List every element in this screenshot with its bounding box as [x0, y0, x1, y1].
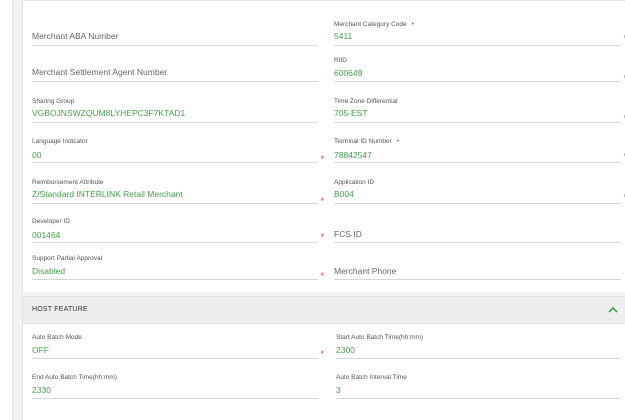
field-underline [32, 162, 318, 163]
field-underline [32, 45, 318, 46]
field-underline [32, 242, 318, 243]
terminal-id-value: 78842547 [334, 150, 372, 160]
required-dot: • [396, 138, 400, 145]
time-zone-label: Time Zone Differential [334, 98, 398, 105]
settlement-agent-field[interactable]: Merchant Settlement Agent Number [32, 63, 318, 83]
time-zone-value: 705-EST [334, 108, 368, 118]
merchant-category-code-field[interactable]: Merchant Category Code• 5411 * [334, 21, 625, 47]
end-auto-batch-time-value: 2330 [32, 385, 51, 395]
field-underline [32, 122, 318, 123]
partial-approval-value: Disabled [32, 266, 66, 276]
reimbursement-field[interactable]: Reimbursement Attribute Z/Standard INTER… [32, 179, 324, 206]
merchant-phone-placeholder: Merchant Phone [334, 266, 397, 276]
required-asterisk: * [320, 232, 324, 242]
field-underline [334, 81, 621, 82]
field-underline [334, 122, 621, 123]
riid-field[interactable]: RIID 600649 * [334, 57, 625, 83]
required-asterisk: * [320, 349, 324, 359]
language-indicator-label: Language Indicator [32, 138, 88, 145]
riid-value: 600649 [334, 68, 363, 78]
field-underline [334, 203, 621, 204]
start-auto-batch-time-label: Start Auto Batch Time(hh:mm) [336, 334, 424, 341]
reimbursement-label: Reimbursement Attribute [32, 179, 104, 186]
application-id-value: B004 [334, 189, 354, 199]
reimbursement-value: Z/Standard INTERLINK Retail Merchant [32, 189, 183, 199]
field-underline [334, 242, 621, 243]
language-indicator-field[interactable]: Language Indicator 00 * [32, 138, 324, 164]
sharing-group-field[interactable]: Sharing Group VGBOJNSWZQUM8LYHEPC3F7KTAD… [32, 98, 318, 124]
start-auto-batch-time-value: 2300 [336, 345, 355, 355]
sharing-group-value: VGBOJNSWZQUM8LYHEPC3F7KTAD1 [32, 108, 186, 118]
host-feature-header[interactable]: HOST FEATURE [23, 297, 625, 324]
field-underline [334, 279, 621, 280]
partial-approval-label: Support Partial Approval [32, 255, 103, 262]
terminal-id-label: Terminal ID Number [334, 138, 392, 145]
fcs-id-placeholder: FCS ID [334, 229, 362, 239]
language-indicator-value: 00 [32, 150, 42, 160]
field-underline [32, 203, 318, 204]
auto-batch-interval-value: 3 [336, 385, 341, 395]
auto-batch-interval-label: Auto Batch Interval Time [336, 374, 407, 381]
merchant-aba-placeholder: Merchant ABA Number [32, 31, 119, 41]
field-underline [32, 81, 318, 82]
auto-batch-mode-value: OFF [32, 345, 49, 355]
host-feature-title: HOST FEATURE [32, 306, 88, 313]
field-underline [32, 358, 318, 359]
auto-batch-interval-field[interactable]: Auto Batch Interval Time 3 [336, 374, 621, 400]
field-underline [32, 398, 318, 399]
field-underline [336, 398, 621, 399]
settlement-agent-placeholder: Merchant Settlement Agent Number [32, 67, 168, 77]
merchant-details-card: Merchant ABA Number Merchant Category Co… [22, 0, 625, 292]
merchant-category-code-value: 5411 [334, 31, 353, 41]
auto-batch-mode-label: Auto Batch Mode [32, 334, 82, 341]
application-id-label: Application ID [334, 179, 375, 186]
host-feature-card: HOST FEATURE Auto Batch Mode OFF * Start… [22, 296, 625, 420]
field-underline [334, 162, 621, 163]
riid-label: RIID [334, 57, 347, 64]
sharing-group-label: Sharing Group [32, 98, 75, 105]
field-underline [32, 279, 318, 280]
auto-batch-mode-field[interactable]: Auto Batch Mode OFF * [32, 334, 324, 360]
end-auto-batch-time-label: End Auto Batch Time(hh:mm) [32, 374, 117, 381]
developer-id-value: 001464 [32, 230, 61, 240]
field-underline [336, 358, 621, 359]
left-sidebar-strip [0, 0, 13, 420]
chevron-up-icon[interactable] [607, 304, 619, 316]
time-zone-field[interactable]: Time Zone Differential 705-EST * [334, 98, 625, 124]
developer-id-label: Developer ID [32, 218, 70, 225]
start-auto-batch-time-field[interactable]: Start Auto Batch Time(hh:mm) 2300 [336, 334, 621, 360]
required-asterisk: * [320, 271, 324, 281]
field-underline [334, 45, 621, 46]
terminal-id-field[interactable]: Terminal ID Number• 78842547 * [334, 138, 625, 164]
fcs-id-field[interactable]: FCS ID [334, 226, 621, 244]
partial-approval-field[interactable]: Support Partial Approval Disabled * [32, 255, 324, 281]
merchant-category-code-label: Merchant Category Code [334, 21, 407, 28]
end-auto-batch-time-field[interactable]: End Auto Batch Time(hh:mm) 2330 [32, 374, 318, 400]
merchant-aba-field[interactable]: Merchant ABA Number [32, 27, 318, 47]
required-asterisk: * [320, 154, 324, 164]
required-dot: • [411, 21, 414, 28]
application-id-field[interactable]: Application ID B004 * [334, 179, 625, 205]
developer-id-field[interactable]: Developer ID 001464 * [32, 218, 324, 244]
required-asterisk: * [320, 196, 324, 206]
merchant-phone-field[interactable]: Merchant Phone [334, 263, 621, 281]
